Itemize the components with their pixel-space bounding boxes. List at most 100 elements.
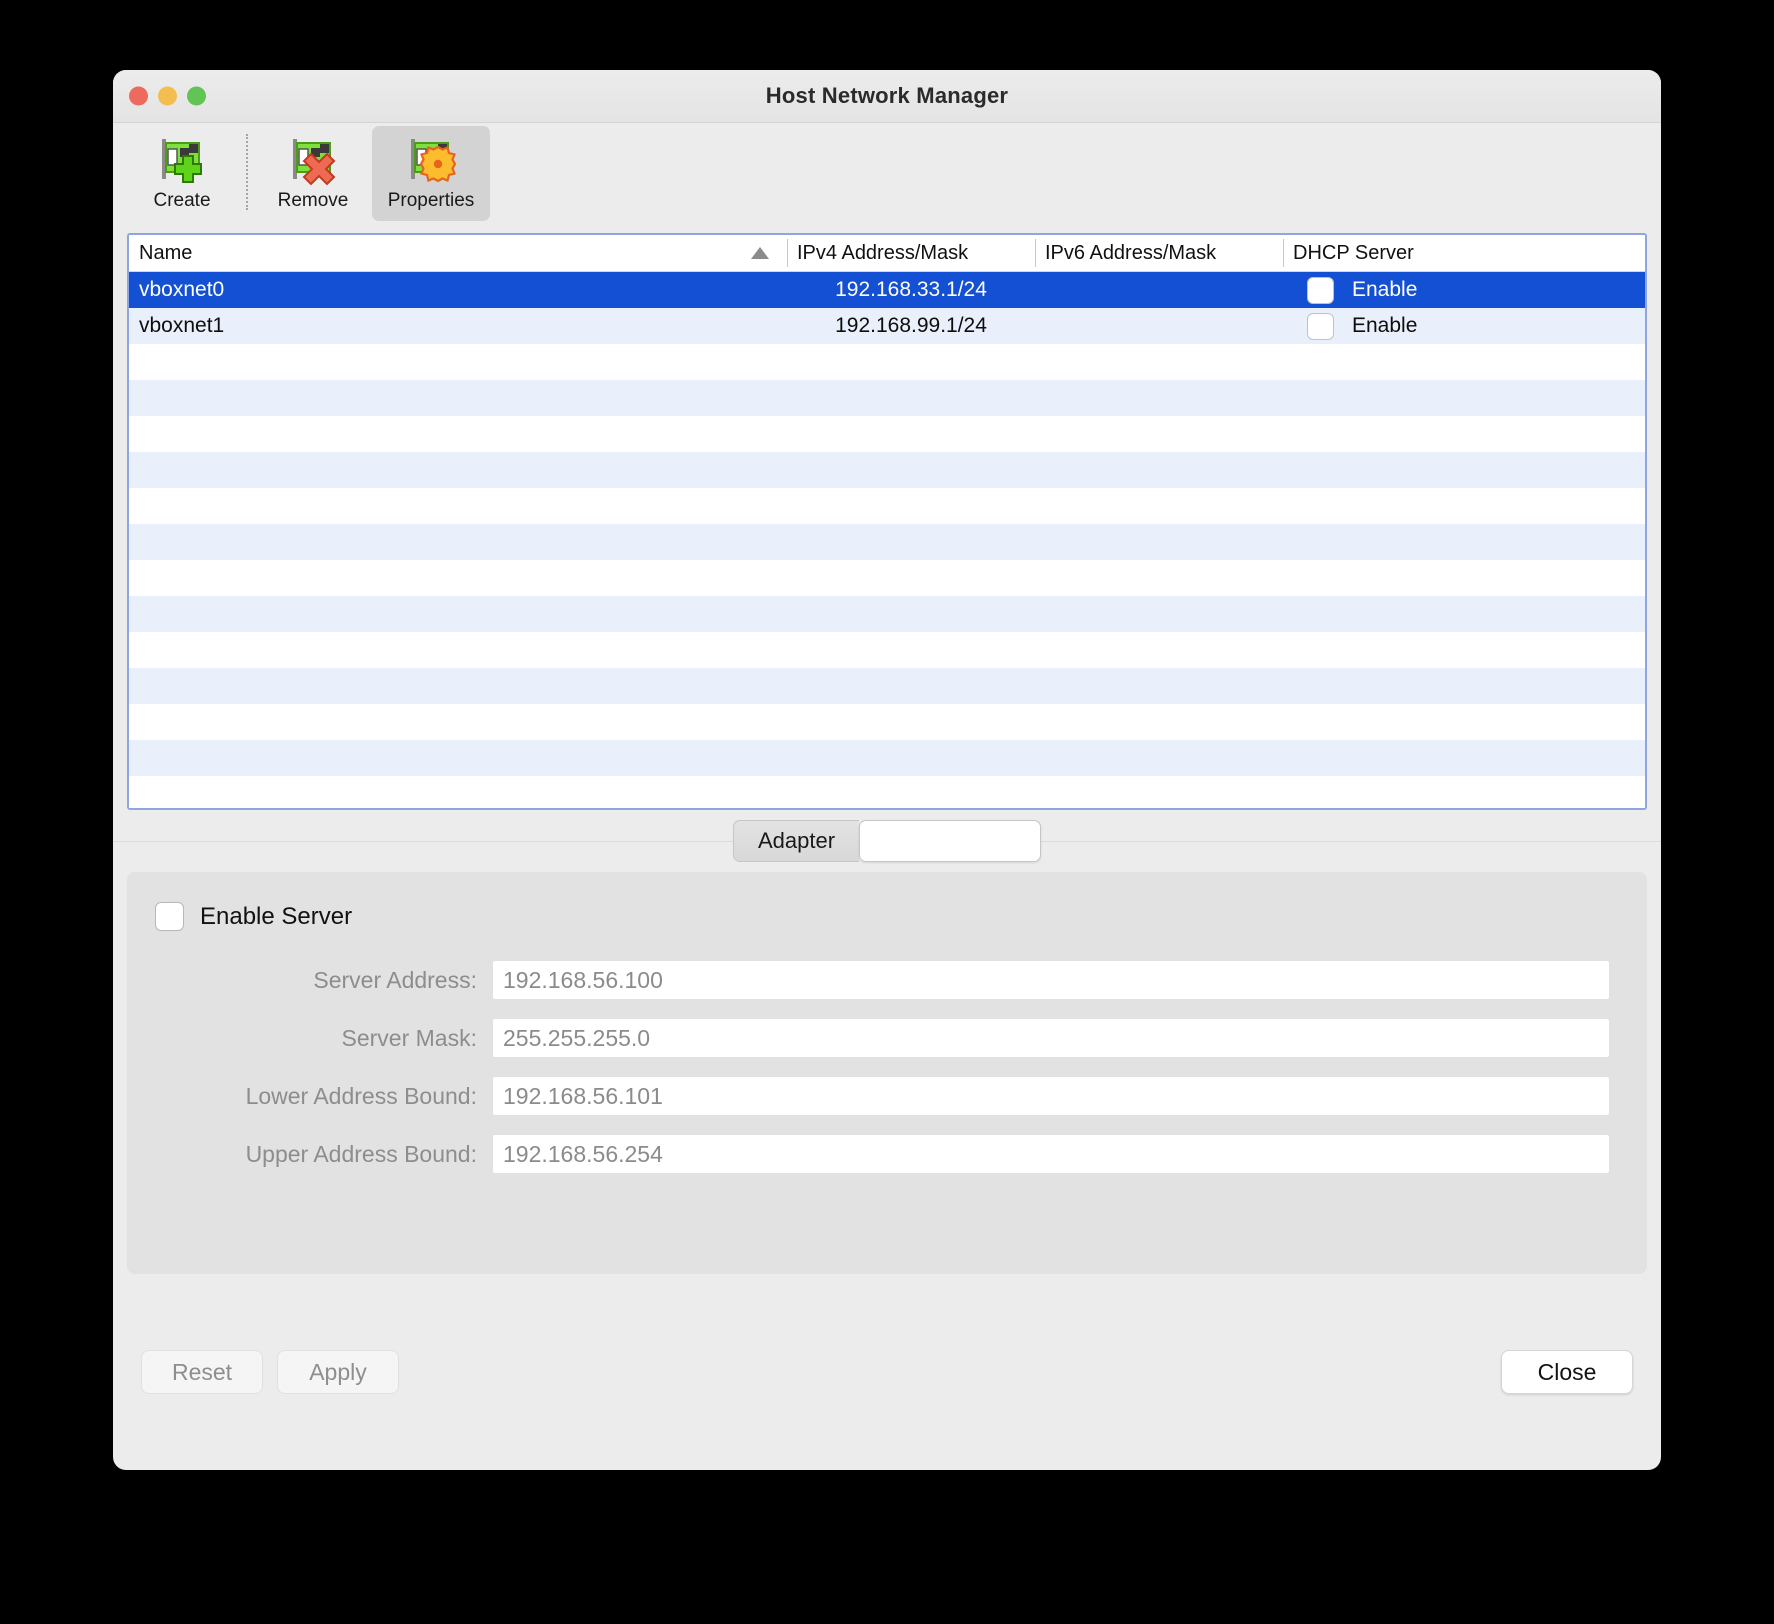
screen: Host Network Manager Create Remove Prope… <box>0 0 1774 1624</box>
remove-button-label: Remove <box>277 190 349 211</box>
window-controls <box>129 86 206 106</box>
cell-ipv6 <box>1035 632 1283 668</box>
dhcp-enable-checkbox[interactable] <box>1307 312 1334 340</box>
cell-dhcp-server <box>1283 560 1645 596</box>
cell-dhcp-server <box>1283 704 1645 740</box>
minimize-window-button[interactable] <box>158 86 177 106</box>
table-row-empty <box>129 632 1645 668</box>
table-row-empty <box>129 668 1645 704</box>
cell-ipv4 <box>787 668 1035 704</box>
cell-ipv6 <box>1035 668 1283 704</box>
cell-dhcp-server: Enable <box>1283 272 1645 308</box>
title-bar: Host Network Manager <box>113 70 1661 123</box>
cell-ipv4 <box>787 452 1035 488</box>
column-header-dhcp-server[interactable]: DHCP Server <box>1283 235 1645 271</box>
close-button[interactable]: Close <box>1501 1350 1633 1394</box>
cell-name <box>129 704 787 740</box>
reset-button[interactable]: Reset <box>141 1350 263 1394</box>
footer-bar: Reset Apply Close <box>113 1274 1661 1470</box>
table-body: vboxnet0 192.168.33.1/24 Enable vboxnet1 192… <box>129 272 1645 808</box>
server-mask-input[interactable]: 255.255.255.0 <box>493 1019 1609 1057</box>
cell-dhcp-server <box>1283 668 1645 704</box>
cell-ipv6 <box>1035 344 1283 380</box>
enable-server-label: Enable Server <box>200 902 353 930</box>
cell-name <box>129 740 787 776</box>
network-card-properties-icon <box>404 132 458 186</box>
cell-dhcp-server <box>1283 596 1645 632</box>
cell-ipv4 <box>787 524 1035 560</box>
table-row[interactable]: vboxnet1 192.168.99.1/24 Enable <box>129 308 1645 344</box>
host-network-manager-window: Host Network Manager Create Remove Prope… <box>113 70 1661 1470</box>
cell-ipv4 <box>787 632 1035 668</box>
toolbar-separator <box>246 134 249 210</box>
cell-ipv4 <box>787 344 1035 380</box>
cell-name <box>129 596 787 632</box>
table-header: Name IPv4 Address/Mask IPv6 Address/Mask… <box>129 235 1645 272</box>
create-button-label: Create <box>153 190 211 211</box>
cell-dhcp-server <box>1283 452 1645 488</box>
cell-ipv6 <box>1035 416 1283 452</box>
cell-ipv6 <box>1035 776 1283 808</box>
tab-adapter[interactable]: Adapter <box>732 820 860 862</box>
column-header-ipv4[interactable]: IPv4 Address/Mask <box>787 235 1035 271</box>
adapter-tabstrip: Adapter <box>113 810 1661 872</box>
server-mask-label: Server Mask: <box>341 1024 477 1051</box>
cell-dhcp-server <box>1283 632 1645 668</box>
table-row-empty <box>129 488 1645 524</box>
cell-name: vboxnet0 <box>139 278 225 301</box>
cell-ipv4 <box>787 416 1035 452</box>
table-row-empty <box>129 560 1645 596</box>
table-row-empty <box>129 524 1645 560</box>
properties-button-label: Properties <box>387 190 475 211</box>
toolbar: Create Remove Properties <box>113 123 1661 231</box>
apply-button[interactable]: Apply <box>277 1350 399 1394</box>
dhcp-server-panel: Enable Server Server Address: 192.168.56… <box>127 872 1647 1274</box>
column-header-ipv6[interactable]: IPv6 Address/Mask <box>1035 235 1283 271</box>
server-address-row: Server Address: 192.168.56.100 <box>155 961 1619 999</box>
network-card-remove-icon <box>286 132 340 186</box>
cell-ipv6 <box>1035 740 1283 776</box>
network-list[interactable]: Name IPv4 Address/Mask IPv6 Address/Mask… <box>127 233 1647 810</box>
table-row-empty <box>129 740 1645 776</box>
cell-ipv6 <box>1035 560 1283 596</box>
tab-dhcp-server[interactable] <box>859 820 1042 862</box>
cell-ipv4 <box>787 380 1035 416</box>
dhcp-enable-label: Enable <box>1352 278 1418 301</box>
dhcp-enable-label: Enable <box>1352 314 1418 337</box>
table-row-empty <box>129 380 1645 416</box>
cell-name: vboxnet1 <box>139 314 225 337</box>
cell-ipv4 <box>787 560 1035 596</box>
cell-ipv6 <box>1035 452 1283 488</box>
cell-name <box>129 776 787 808</box>
cell-name <box>129 452 787 488</box>
lower-address-bound-input[interactable]: 192.168.56.101 <box>493 1077 1609 1115</box>
column-header-name-label: Name <box>139 241 193 264</box>
cell-dhcp-server <box>1283 380 1645 416</box>
window-title: Host Network Manager <box>765 83 1009 108</box>
upper-address-bound-input[interactable]: 192.168.56.254 <box>493 1135 1609 1173</box>
column-header-name[interactable]: Name <box>129 235 787 271</box>
cell-ipv6 <box>1035 524 1283 560</box>
close-window-button[interactable] <box>129 86 148 106</box>
maximize-window-button[interactable] <box>187 86 206 106</box>
cell-ipv6 <box>1035 488 1283 524</box>
tab-adapter-label: Adapter <box>757 828 836 853</box>
sort-ascending-icon <box>751 247 769 259</box>
dhcp-enable-checkbox[interactable] <box>1307 276 1334 304</box>
cell-name <box>129 344 787 380</box>
cell-dhcp-server <box>1283 524 1645 560</box>
cell-dhcp-server: Enable <box>1283 308 1645 344</box>
remove-button[interactable]: Remove <box>254 126 372 221</box>
properties-button[interactable]: Properties <box>372 126 490 221</box>
cell-ipv6 <box>1035 380 1283 416</box>
create-button[interactable]: Create <box>123 126 241 221</box>
cell-name <box>129 632 787 668</box>
server-address-input[interactable]: 192.168.56.100 <box>493 961 1609 999</box>
network-card-add-icon <box>155 132 209 186</box>
table-row[interactable]: vboxnet0 192.168.33.1/24 Enable <box>129 272 1645 308</box>
enable-server-checkbox[interactable] <box>155 902 184 931</box>
lower-address-bound-row: Lower Address Bound: 192.168.56.101 <box>155 1077 1619 1115</box>
enable-server-row[interactable]: Enable Server <box>155 902 1619 931</box>
cell-ipv4 <box>787 704 1035 740</box>
server-mask-row: Server Mask: 255.255.255.0 <box>155 1019 1619 1057</box>
